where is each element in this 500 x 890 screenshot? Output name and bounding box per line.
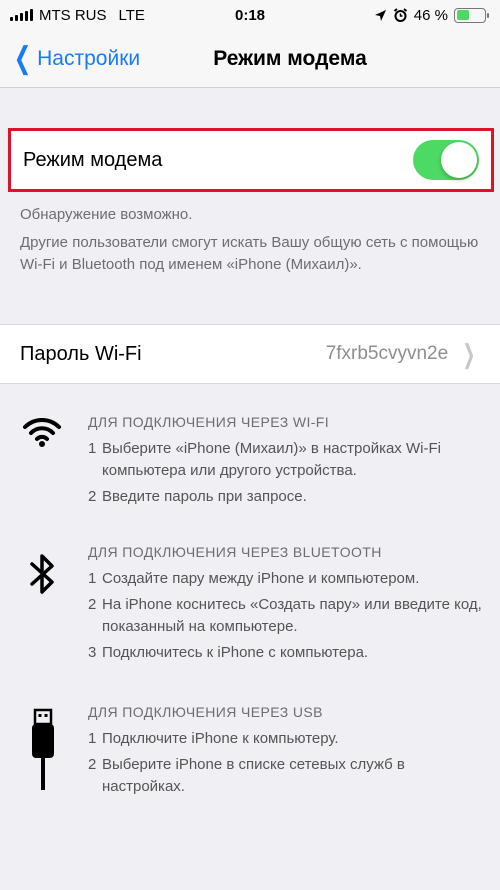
wifi-password-label: Пароль Wi-Fi: [20, 342, 142, 365]
step-item: 1 Выберите «iPhone (Михаил)» в настройка…: [88, 438, 488, 482]
battery-percent: 46 %: [413, 6, 448, 24]
step-item: 1 Создайте пару между iPhone и компьютер…: [88, 568, 488, 590]
wifi-icon: [23, 417, 61, 447]
wifi-password-value-wrap: 7fxrb5cvyvn2e ❯: [326, 339, 480, 370]
wifi-password-value: 7fxrb5cvyvn2e: [325, 343, 449, 364]
bluetooth-heading: ДЛЯ ПОДКЛЮЧЕНИЯ ЧЕРЕЗ BLUETOOTH: [88, 544, 382, 560]
step-number: 1: [88, 730, 97, 747]
usb-icon: [32, 708, 54, 790]
hotspot-row: Режим модема: [8, 128, 494, 192]
location-icon: [374, 9, 386, 21]
step-number: 1: [88, 570, 97, 587]
usb-instructions-body: ДЛЯ ПОДКЛЮЧЕНИЯ ЧЕРЕЗ USB 1 Подключите i…: [88, 704, 488, 802]
step-item: 2 Введите пароль при запросе.: [88, 486, 488, 508]
step-number: 2: [88, 756, 97, 773]
step-number: 1: [88, 440, 97, 457]
step-number: 3: [88, 644, 97, 661]
step-item: 2 Выберите iPhone в списке сетевых служб…: [88, 754, 488, 798]
step-item: 1 Подключите iPhone к компьютеру.: [88, 728, 488, 750]
wifi-heading: ДЛЯ ПОДКЛЮЧЕНИЯ ЧЕРЕЗ WI-FI: [88, 414, 330, 430]
nav-bar: ❮ Настройки Режим модема: [0, 30, 500, 88]
bluetooth-icon: [30, 554, 54, 594]
wifi-instructions-body: ДЛЯ ПОДКЛЮЧЕНИЯ ЧЕРЕЗ WI-FI 1 Выберите «…: [88, 414, 488, 512]
battery-fill: [456, 10, 469, 20]
back-button[interactable]: ❮ Настройки: [0, 41, 141, 75]
network-type: LTE: [118, 6, 145, 24]
step-text: Выберите «iPhone (Михаил)» в настройках …: [102, 440, 441, 479]
step-number: 2: [88, 596, 97, 613]
discoverable-description: Другие пользователи смогут искать Вашу о…: [20, 234, 479, 273]
alarm-icon: [393, 7, 407, 22]
switch-knob: [441, 142, 477, 178]
status-bar: MTS RUS LTE 0:18 46 %: [0, 0, 500, 30]
wifi-password-row[interactable]: Пароль Wi-Fi 7fxrb5cvyvn2e ❯: [0, 324, 500, 384]
step-text: Подключите iPhone к компьютеру.: [102, 730, 339, 747]
step-text: Создайте пару между iPhone и компьютером…: [102, 570, 420, 587]
signal-icon: [10, 9, 33, 21]
step-text: Выберите iPhone в списке сетевых служб в…: [102, 756, 405, 795]
battery-icon: [454, 7, 489, 23]
usb-heading: ДЛЯ ПОДКЛЮЧЕНИЯ ЧЕРЕЗ USB: [88, 704, 323, 720]
chevron-left-icon: ❮: [13, 41, 32, 75]
step-number: 2: [88, 488, 97, 505]
status-right: 46 %: [374, 6, 489, 24]
discoverable-text: Обнаружение возможно.: [20, 206, 193, 223]
chevron-right-icon: ❯: [462, 338, 476, 369]
hotspot-footer: Обнаружение возможно. Другие пользовател…: [20, 204, 480, 276]
step-text: Подключитесь к iPhone с компьютера.: [102, 644, 369, 661]
step-text: Введите пароль при запросе.: [102, 488, 307, 505]
bluetooth-instructions-body: ДЛЯ ПОДКЛЮЧЕНИЯ ЧЕРЕЗ BLUETOOTH 1 Создай…: [88, 544, 488, 668]
hotspot-switch[interactable]: [413, 140, 479, 180]
status-left: MTS RUS LTE: [10, 7, 145, 24]
hotspot-label: Режим модема: [23, 148, 163, 171]
step-text: На iPhone коснитесь «Создать пару» или в…: [102, 596, 482, 635]
back-label: Настройки: [37, 46, 141, 70]
carrier-name: MTS RUS: [39, 6, 107, 24]
step-item: 2 На iPhone коснитесь «Создать пару» или…: [88, 594, 488, 638]
step-item: 3 Подключитесь к iPhone с компьютера.: [88, 642, 488, 664]
